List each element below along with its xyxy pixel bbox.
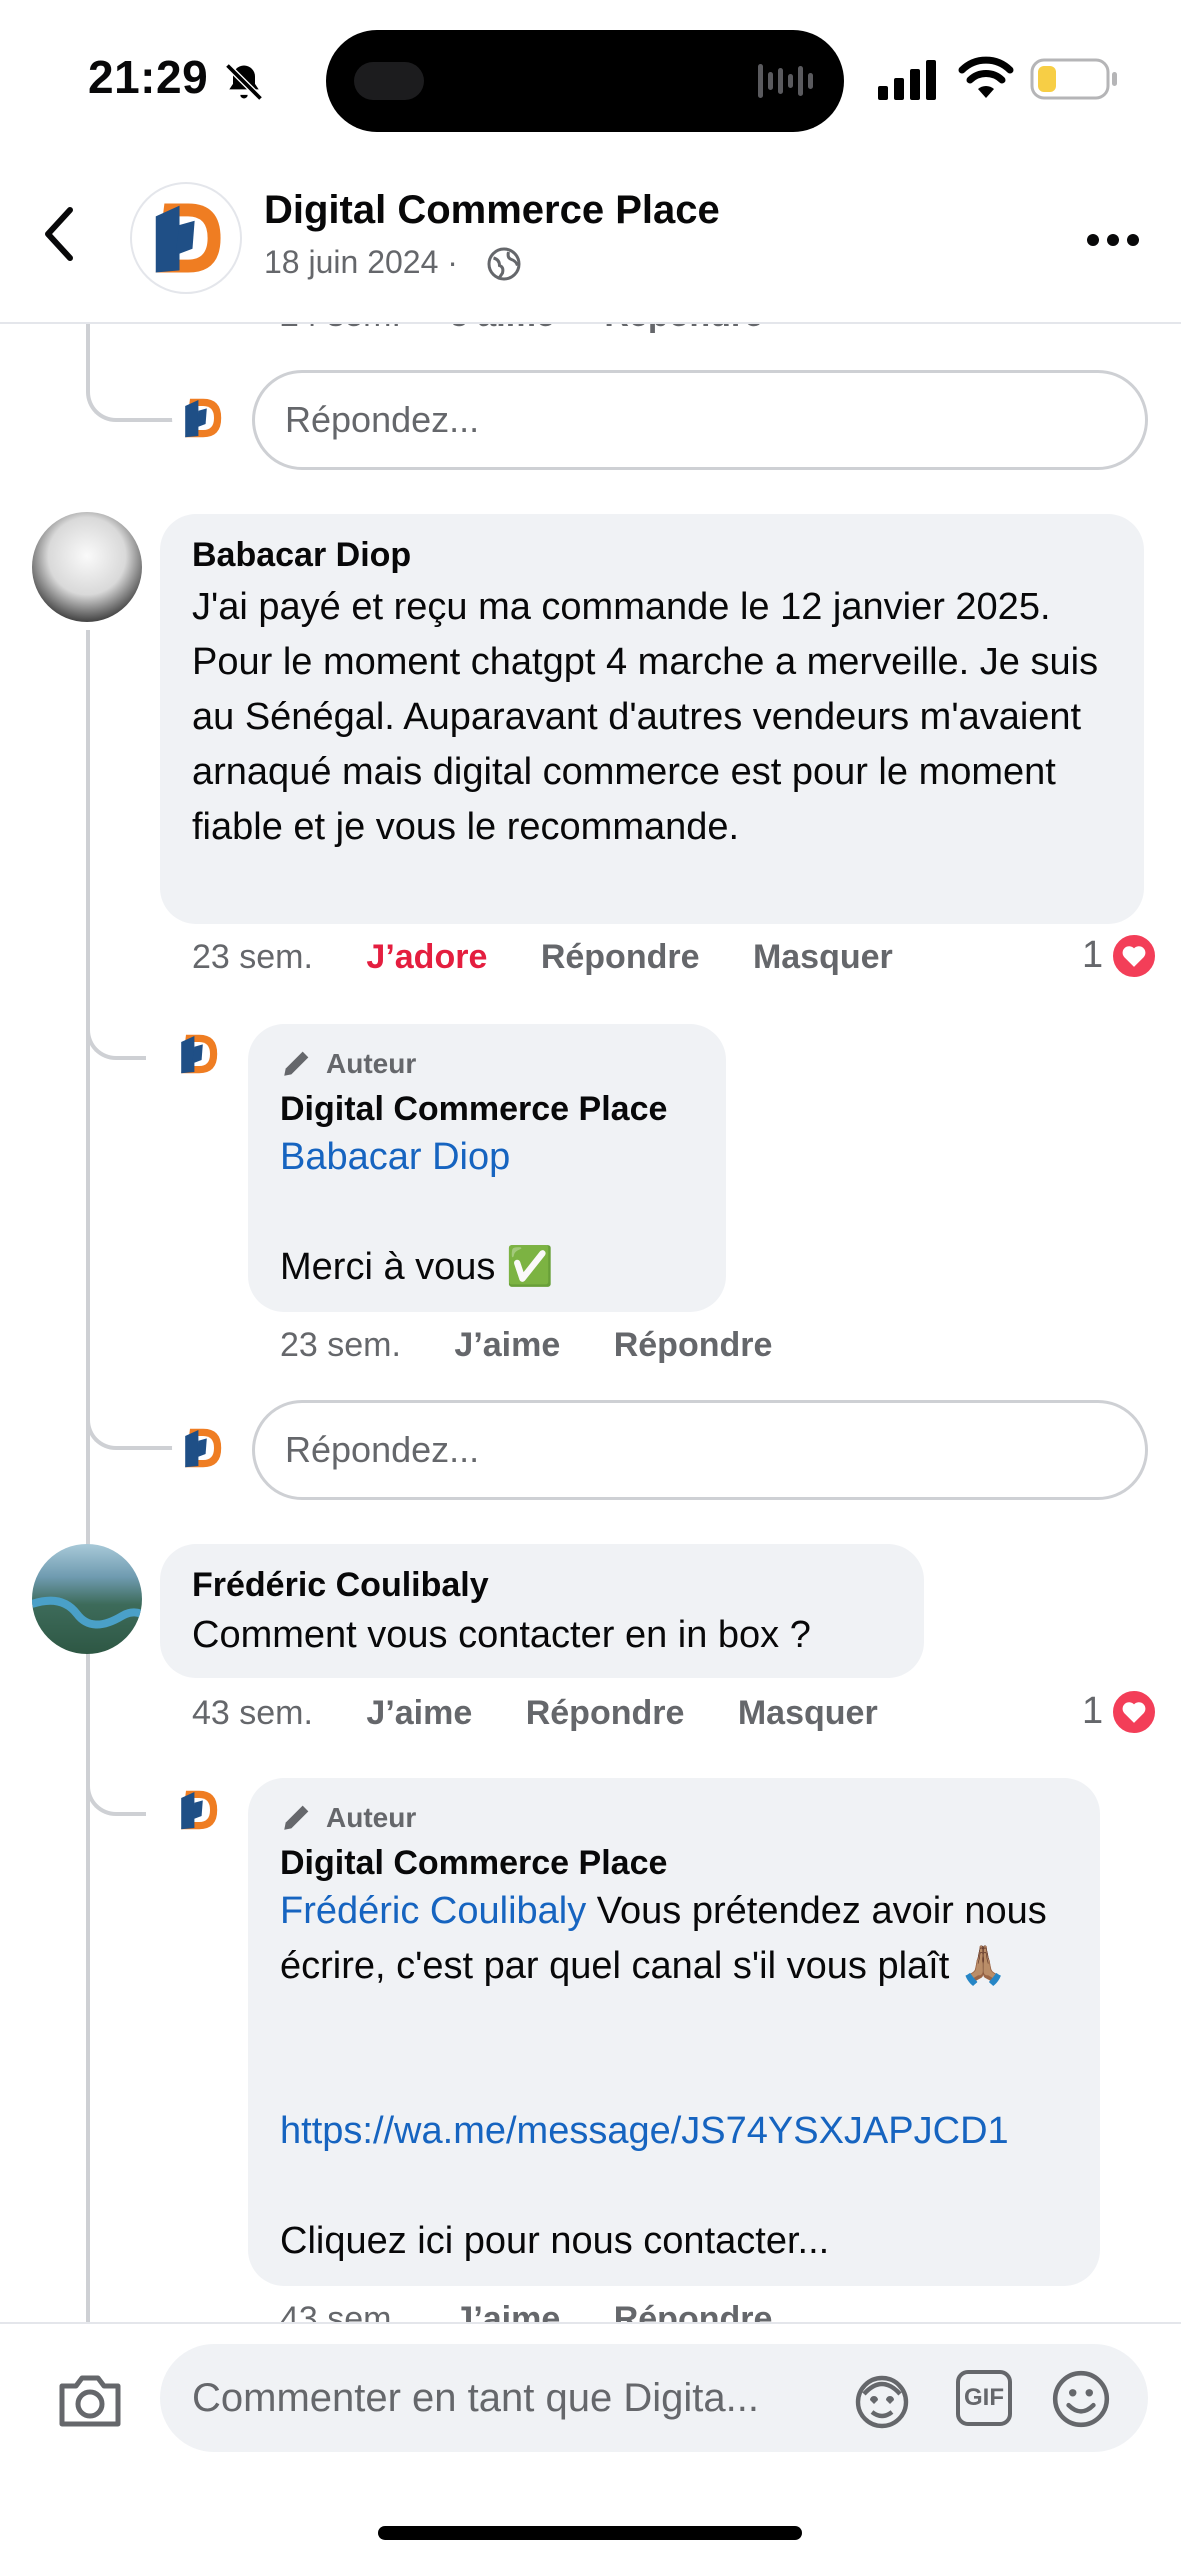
comment-composer: Commenter en tant que Digita... GIF xyxy=(0,2322,1181,2562)
dcp-logo-icon xyxy=(185,398,222,438)
battery-icon xyxy=(1030,58,1117,100)
page-avatar-small[interactable] xyxy=(168,1780,228,1840)
post-date: 18 juin 2024 · xyxy=(264,244,458,280)
heart-icon xyxy=(1110,932,1158,980)
like-button[interactable]: J’aime xyxy=(454,1326,560,1364)
reply-bubble: Auteur Digital Commerce Place Babacar Di… xyxy=(248,1024,726,1312)
thread-connector xyxy=(86,322,174,422)
cellular-signal-icon xyxy=(878,60,936,100)
comment-text: Comment vous contacter en in box ? xyxy=(192,1614,811,1656)
reply-text-block: Frédéric Coulibaly Vous prétendez avoir … xyxy=(280,1884,1080,1994)
mention-link[interactable]: Frédéric Coulibaly xyxy=(280,1890,586,1932)
camera-icon[interactable] xyxy=(56,2370,124,2430)
dcp-logo-icon xyxy=(181,1034,218,1074)
author-badge: Auteur xyxy=(326,1802,417,1833)
mention-link[interactable]: Babacar Diop xyxy=(280,1130,510,1185)
reply-author[interactable]: Digital Commerce Place xyxy=(280,1090,667,1129)
comment-actions: 23 sem. J’adore Répondre Masquer xyxy=(192,938,893,976)
thread-connector xyxy=(86,1380,174,1450)
pencil-icon xyxy=(284,1051,309,1076)
reply-author[interactable]: Digital Commerce Place xyxy=(280,1844,667,1883)
avatar-sticker-icon[interactable] xyxy=(852,2370,912,2430)
heart-icon xyxy=(1110,1688,1158,1736)
thread-connector xyxy=(86,1000,146,1060)
whatsapp-link[interactable]: https://wa.me/message/JS74YSXJAPJCD1 xyxy=(280,2104,1009,2159)
comment-author[interactable]: Frédéric Coulibaly xyxy=(192,1566,489,1605)
chevron-left-icon[interactable] xyxy=(40,204,80,264)
reply-text: Merci à vous ✅ xyxy=(280,1246,554,1288)
hide-button[interactable]: Masquer xyxy=(753,938,893,976)
avatar[interactable] xyxy=(32,512,142,622)
pencil-icon xyxy=(284,1805,309,1830)
post-header: Digital Commerce Place 18 juin 2024 · xyxy=(0,170,1181,324)
reply-input[interactable]: Répondez... xyxy=(252,370,1148,470)
reply-input[interactable]: Répondez... xyxy=(252,1400,1148,1500)
gif-button[interactable]: GIF xyxy=(956,2370,1012,2426)
page-avatar-small xyxy=(172,1418,232,1478)
reaction-count[interactable]: 1 xyxy=(1082,934,1103,977)
avatar-landscape-icon xyxy=(32,1596,142,1629)
dcp-logo-icon xyxy=(185,1428,222,1468)
comment-input-placeholder: Commenter en tant que Digita... xyxy=(192,2376,759,2420)
comment-text: J'ai payé et reçu ma commande le 12 janv… xyxy=(192,586,1099,848)
bell-muted-icon xyxy=(225,63,263,101)
page-name[interactable]: Digital Commerce Place xyxy=(264,188,720,233)
page-avatar-small[interactable] xyxy=(168,1024,228,1084)
author-badge: Auteur xyxy=(326,1048,417,1079)
like-button[interactable]: J’aime xyxy=(366,1694,472,1732)
status-time: 21:29 xyxy=(88,51,209,103)
audio-waveform-icon xyxy=(758,64,813,98)
reply-button[interactable]: Répondre xyxy=(526,1694,685,1732)
comment-bubble: Frédéric Coulibaly Comment vous contacte… xyxy=(160,1544,924,1678)
hide-button[interactable]: Masquer xyxy=(738,1694,878,1732)
comment-bubble: Babacar Diop J'ai payé et reçu ma comman… xyxy=(160,514,1144,924)
reply-cta-text: Cliquez ici pour nous contacter... xyxy=(280,2220,830,2262)
comment-input[interactable]: Commenter en tant que Digita... GIF xyxy=(160,2344,1148,2452)
reply-button[interactable]: Répondre xyxy=(614,1326,773,1364)
more-horizontal-icon[interactable] xyxy=(1085,232,1141,248)
reply-actions: 23 sem. J’aime Répondre xyxy=(280,1326,773,1364)
comment-author[interactable]: Babacar Diop xyxy=(192,536,411,575)
avatar[interactable] xyxy=(32,1544,142,1654)
page-avatar-small xyxy=(172,388,232,448)
reply-button[interactable]: Répondre xyxy=(541,938,700,976)
comment-actions: 43 sem. J’aime Répondre Masquer xyxy=(192,1694,878,1732)
island-pill xyxy=(354,62,424,100)
love-reaction-button[interactable]: J’adore xyxy=(366,938,487,976)
reply-bubble: Auteur Digital Commerce Place Frédéric C… xyxy=(248,1778,1100,2286)
dcp-logo-icon xyxy=(181,1790,218,1830)
page-avatar[interactable] xyxy=(130,182,242,294)
globe-icon xyxy=(487,247,521,281)
emoji-icon[interactable] xyxy=(1050,2368,1112,2430)
thread-connector xyxy=(86,1756,146,1816)
home-indicator xyxy=(378,2526,802,2540)
wifi-icon xyxy=(958,56,1014,98)
dcp-logo-icon xyxy=(155,203,221,273)
reaction-count[interactable]: 1 xyxy=(1082,1690,1103,1733)
dynamic-island xyxy=(326,30,844,132)
